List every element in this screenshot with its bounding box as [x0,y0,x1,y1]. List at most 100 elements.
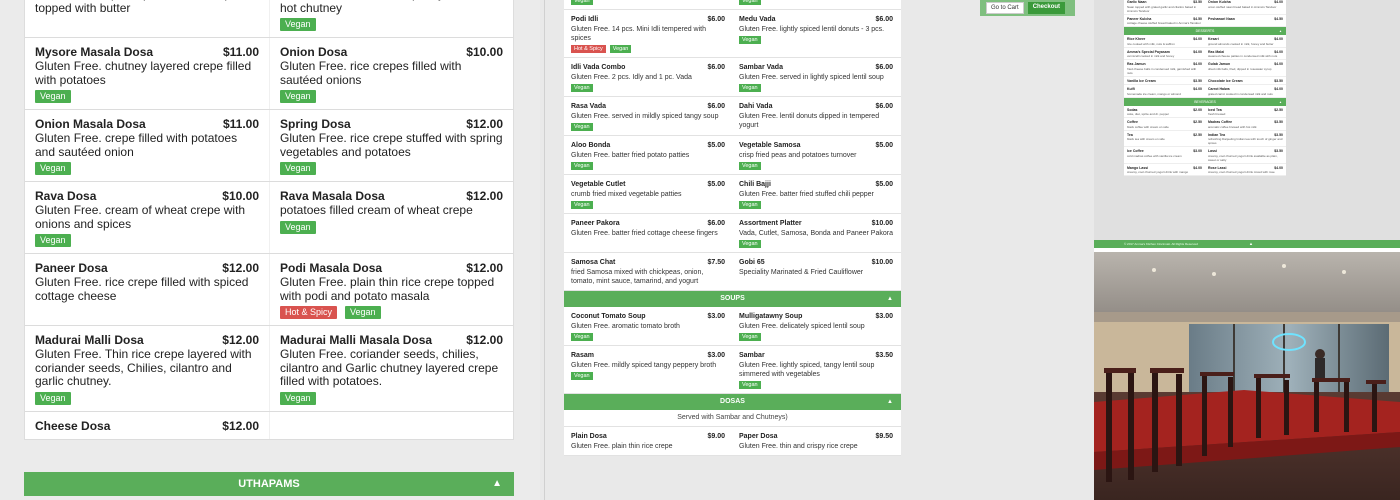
item-price: $5.00 [875,181,893,188]
menu-item[interactable]: Assortment Platter $10.00 Vada, Cutlet, Sa… [732,214,900,252]
menu-item[interactable]: Madurai Malli Dosa $12.00 Gluten Free. Thi… [25,326,269,411]
menu-item[interactable]: Rasa Vada $6.00 Gluten Free. served in mil… [564,97,732,135]
menu-item[interactable]: Paneer Kulcha $4.50 cottage cheese stuffed… [1124,15,1205,27]
menu-row: Plain Dosa $9.00 Gluten Free. plain thin r… [564,427,901,456]
menu-item[interactable]: Iced Tea $2.50 fresh brewed [1205,106,1286,118]
vegan-badge: Vegan [739,0,761,5]
section-header-soups[interactable]: SOUPS ▲ [564,291,901,307]
menu-item[interactable]: Mysore Masala Dosa $11.00 Gluten Free. chu… [25,38,269,109]
section-header-dosas[interactable]: DOSAS ▲ [564,394,901,410]
item-name: Sambar [739,352,765,359]
menu-item[interactable]: Ice Coffee $3.00 cold madras coffee with v… [1124,147,1205,163]
menu-item[interactable]: Sambar $3.50 Gluten Free. lightly spiced, … [732,346,900,393]
item-description: Gluten Free. thin and crispy rice crepe [739,443,858,450]
menu-item[interactable]: Gobi 65 $10.00 Speciality Marinated & Frie… [732,253,900,290]
item-name: Spring Dosa [280,117,351,131]
menu-item[interactable]: Rice Kheer $4.00 rice cooked with milk, nu… [1124,35,1205,47]
menu-item[interactable]: Cheese Dosa $12.00 [25,412,269,439]
chevron-up-icon[interactable]: ▲ [1249,240,1253,248]
menu-item[interactable]: Samosa Chat $7.50 fried Samosa mixed with … [564,253,732,290]
menu-item[interactable]: Spring Dosa $12.00 Gluten Free. rice crepe… [269,110,513,181]
menu-item[interactable]: Aloo Bonda $5.00 Gluten Free. batter fried… [564,136,732,174]
item-price: $12.00 [466,117,503,131]
item-price: $3.00 [707,313,725,320]
menu-item[interactable]: Podi Idli $6.00 Gluten Free. 14 pcs. Mini … [564,10,732,57]
menu-item[interactable]: Madras Coffee $3.50 aromatic coffee brewed… [1205,118,1286,130]
menu-item[interactable]: Dahi Vada $6.00 Gluten Free. lentil donuts… [732,97,900,135]
item-description: rice cooked with milk, nuts & saffron [1127,41,1175,46]
menu-item[interactable]: Lassi $3.50 creamy, cool churned yogurt dr… [1205,147,1286,163]
menu-item[interactable]: Rava Masala Dosa $12.00 potatoes filled cr… [269,182,513,253]
dining-room-image [1094,252,1400,500]
item-description: cottage cheese stuffed bread baked in Am… [1127,21,1201,25]
menu-item[interactable]: Vegetable Samosa $5.00 crisp fried peas an… [732,136,900,174]
menu-item[interactable]: Paneer Pakora $6.00 Gluten Free. batter fr… [564,214,732,252]
menu-item[interactable]: Medu Vada $6.00 Gluten Free. lightly spice… [732,10,900,57]
section-title: BEVERAGES [1194,99,1216,104]
menu-item[interactable]: Kulfi $4.00 homemade ice cream, mango or a… [1124,85,1205,97]
item-name: Dahi Vada [739,103,773,110]
menu-item[interactable]: Kesari $4.00 ground almonds cooked in milk… [1205,35,1286,47]
menu-item[interactable]: Garlic Naan $3.50 Naan topped with grated … [1124,0,1205,14]
checkout-button[interactable]: Checkout [1027,2,1066,14]
menu-item[interactable]: Coffee $2.50 black coffee with cream on si… [1124,118,1205,130]
section-header-beverages[interactable]: BEVERAGES ▲ [1124,97,1286,106]
menu-item[interactable]: Ras Malai $4.00 steamed cheese patties in … [1205,48,1286,60]
item-description: Gluten Free. served in mildly spiced tan… [571,113,719,120]
menu-item[interactable]: Podi Masala Dosa $12.00 Gluten Free. plain… [269,254,513,325]
menu-item[interactable]: Sodas $2.00 coke, diet, sprite and dr. pep… [1124,106,1205,118]
chevron-up-icon[interactable]: ▲ [887,291,893,307]
item-name: Vegetable Cutlet [571,181,626,188]
menu-item[interactable]: Plain Dosa $9.00 Gluten Free. plain thin r… [564,427,732,455]
item-description: Gluten Free. rice crepe filled with spic… [35,275,249,303]
menu-item[interactable]: Mulligatawny Soup $3.00 Gluten Free. delic… [732,307,900,345]
menu-item[interactable]: Gulab Jamun $4.00 dried milk balls, fried,… [1205,60,1286,76]
item-name: Podi Idli [571,16,599,23]
menu-row: Paneer Dosa $12.00 Gluten Free. rice crepe… [25,254,513,326]
menu-item[interactable]: Sambar Vada $6.00 Gluten Free. served in l… [732,58,900,96]
menu-row: Coconut Tomato Soup $3.00 Gluten Free. aro… [564,307,901,346]
menu-row: Idli Vada Combo $6.00 Gluten Free. 2 pcs. … [564,58,901,97]
menu-item[interactable]: Rose Lassi $4.00 creamy, cool churned yogu… [1205,164,1286,176]
menu-item[interactable]: Peshawari Naan $4.50 [1205,15,1286,27]
item-description: Speciality Marinated & Fried Cauliflower [739,269,864,276]
section-header-desserts[interactable]: DESSERTS ▲ [1124,27,1286,35]
dosa-menu-grid: Gluten Free. spiced potato filled crepe … [24,0,514,440]
menu-item[interactable]: Vegetable Cutlet $5.00 crumb fried mixed v… [564,175,732,213]
chevron-up-icon[interactable]: ▲ [1279,27,1282,35]
menu-item[interactable]: Rasam $3.00 Gluten Free. mildly spiced tan… [564,346,732,393]
menu-item[interactable]: Amma's Special Payasam $4.00 vermicelli co… [1124,48,1205,60]
item-price: $10.00 [871,259,893,266]
menu-item[interactable]: Mango Lassi $4.00 creamy, cool churned yog… [1124,164,1205,176]
section-subtitle: Served with Sambar and Chutneys) [564,410,901,427]
item-price: $6.00 [707,103,725,110]
menu-item[interactable]: Chocolate Ice Cream $3.50 [1205,77,1286,85]
chevron-up-icon[interactable]: ▲ [1279,98,1282,106]
item-price: $12.00 [222,333,259,347]
item-price: $3.00 [875,313,893,320]
menu-row: Amma's Special Payasam $4.00 vermicelli co… [1124,48,1286,60]
item-description: Gluten Free. aromatic tomato broth [571,323,680,330]
go-to-cart-button[interactable]: Go to Cart [986,2,1024,14]
menu-item[interactable]: Ras Jamun $4.00 fried cheese balls in cond… [1124,60,1205,76]
chevron-up-icon[interactable]: ▲ [887,394,893,410]
menu-item[interactable]: Paper Dosa $9.50 Gluten Free. thin and cri… [732,427,900,455]
menu-item[interactable]: Idli Vada Combo $6.00 Gluten Free. 2 pcs. … [564,58,732,96]
menu-item[interactable]: Onion Masala Dosa $11.00 Gluten Free. crep… [25,110,269,181]
menu-item[interactable]: Carrot Halwa $4.00 grated carrot cooked in… [1205,85,1286,97]
menu-item[interactable]: Madurai Malli Masala Dosa $12.00 Gluten Fr… [269,326,513,411]
menu-item[interactable]: Coconut Tomato Soup $3.00 Gluten Free. aro… [564,307,732,345]
item-description: homemade ice cream, mango or almond [1127,91,1181,96]
item-tags: Vegan [571,84,725,92]
menu-item[interactable]: Chili Bajji $5.00 Gluten Free. batter frie… [732,175,900,213]
menu-item[interactable]: Indian Tea $3.50 refreshing Darjeeling Ind… [1205,131,1286,147]
menu-item[interactable]: Onion Dosa $10.00 Gluten Free. rice crepes… [269,38,513,109]
menu-item[interactable]: Tea $2.50 black tea with cream on side [1124,131,1205,147]
item-price: $12.00 [222,261,259,275]
menu-item[interactable]: Vanilla Ice Cream $3.50 [1124,77,1205,85]
menu-item[interactable]: Paneer Dosa $12.00 Gluten Free. rice crepe… [25,254,269,325]
menu-item[interactable]: Rava Dosa $10.00 Gluten Free. cream of whe… [25,182,269,253]
section-header-uthapams[interactable]: UTHAPAMS ▲ [24,472,514,496]
chevron-up-icon[interactable]: ▲ [492,472,502,496]
menu-item[interactable]: Onion Kulcha $4.00 onion stuffed naan brea… [1205,0,1286,14]
